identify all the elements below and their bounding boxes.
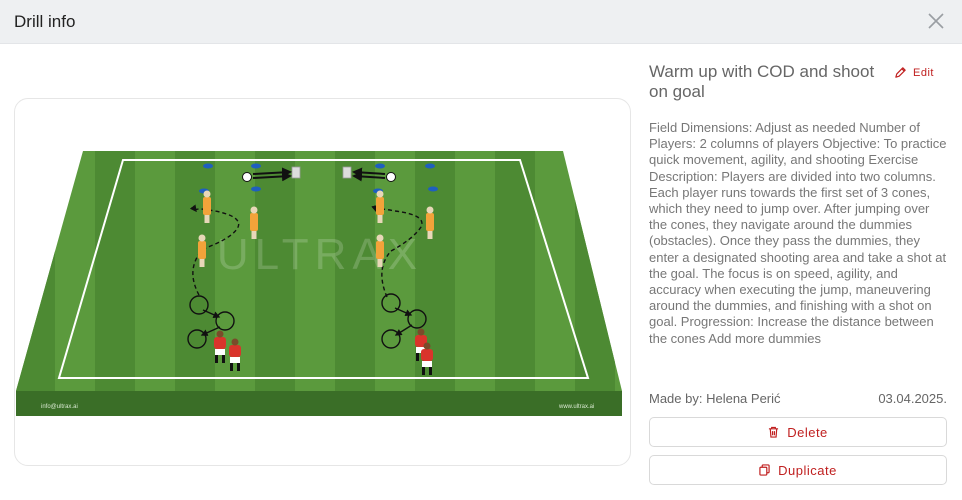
edit-label: Edit bbox=[913, 66, 934, 79]
delete-label: Delete bbox=[787, 424, 828, 440]
close-icon[interactable] bbox=[926, 11, 946, 31]
duplicate-button[interactable]: Duplicate bbox=[649, 455, 947, 485]
date-text: 03.04.2025. bbox=[878, 391, 947, 406]
ball-right bbox=[386, 172, 396, 182]
modal-title: Drill info bbox=[14, 12, 76, 31]
drill-title: Warm up with COD and shoot on goal bbox=[649, 62, 875, 101]
duplicate-label: Duplicate bbox=[778, 462, 837, 478]
copy-icon bbox=[759, 464, 770, 476]
mini-goal-left bbox=[291, 166, 301, 179]
mini-goal-right bbox=[342, 166, 352, 179]
ball-left bbox=[242, 172, 252, 182]
drill-description: Field Dimensions: Adjust as needed Numbe… bbox=[649, 120, 947, 346]
pitch-edge bbox=[16, 391, 622, 416]
delete-button[interactable]: Delete bbox=[649, 417, 947, 447]
footer-right-text: www.ultrax.ai bbox=[558, 404, 594, 410]
author-text: Made by: Helena Perić bbox=[649, 391, 781, 406]
watermark: ULTRAX bbox=[217, 230, 423, 279]
pencil-icon bbox=[895, 67, 906, 78]
edit-button[interactable]: Edit bbox=[894, 66, 934, 79]
drill-diagram: info@ultrax.ai www.ultrax.ai ULTRAX bbox=[16, 151, 622, 416]
trash-icon bbox=[769, 426, 779, 438]
drill-image-card: info@ultrax.ai www.ultrax.ai ULTRAX bbox=[14, 98, 631, 466]
footer-left-text: info@ultrax.ai bbox=[41, 404, 78, 410]
modal-header: Drill info bbox=[0, 0, 962, 44]
